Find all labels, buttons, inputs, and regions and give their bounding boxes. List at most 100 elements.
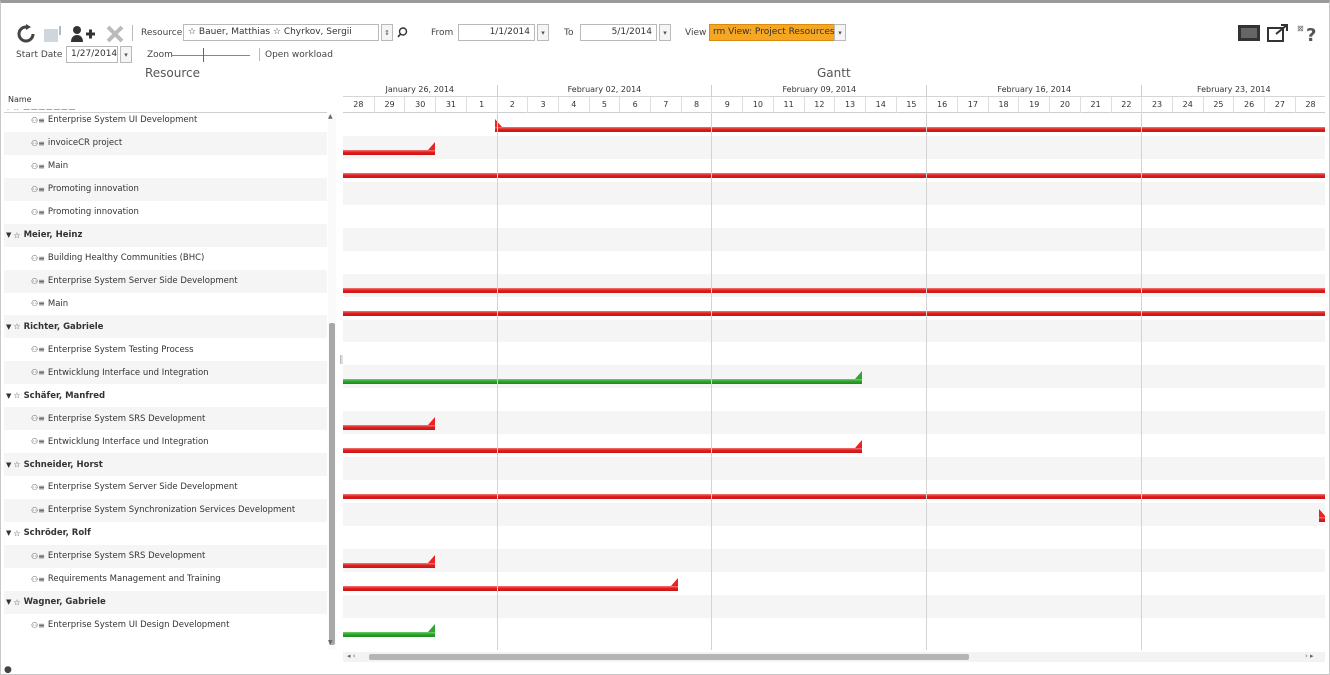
task-row[interactable]: ⚇≡ Enterprise System SRS Development [4, 544, 327, 568]
bar-end-marker [428, 555, 436, 564]
task-icon: ⚇≡ [31, 138, 45, 148]
day-header: 18 [987, 97, 1019, 113]
external-link-icon[interactable] [1266, 23, 1290, 43]
task-row[interactable]: ⚇≡ Promoting innovation [4, 201, 327, 224]
task-row[interactable]: ⚇≡ Main [4, 155, 327, 178]
fullscreen-icon[interactable] [1237, 23, 1261, 43]
gantt-bar[interactable] [343, 417, 436, 431]
start-date-dropdown[interactable]: ▾ [120, 46, 132, 63]
task-icon: ⚇≡ [31, 299, 45, 309]
row-label: Enterprise System SRS Development [47, 413, 206, 424]
resource-stepper[interactable]: ⇕ [381, 24, 393, 41]
gantt-bar[interactable] [343, 555, 436, 569]
scroll-right-icon[interactable]: › ▸ [1305, 652, 1314, 660]
name-column-header[interactable]: Name [8, 95, 32, 104]
gantt-bar[interactable] [1319, 509, 1325, 523]
to-date-input[interactable]: 5/1/2014 [580, 24, 657, 41]
view-select[interactable]: rm View: Project Resources [709, 24, 839, 41]
to-date-dropdown[interactable]: ▾ [659, 24, 671, 41]
gantt-row [343, 135, 1325, 159]
resource-group-row[interactable]: ▼ ☆ Schröder, Rolf [4, 522, 327, 545]
task-row[interactable]: ⚇≡ Requirements Management and Training [4, 568, 327, 591]
resource-group-row[interactable]: ▼ ☆ Meier, Heinz [4, 223, 327, 247]
gantt-bar[interactable] [343, 371, 862, 385]
gantt-bar[interactable] [494, 119, 1325, 132]
task-row[interactable]: ⚇≡ Entwicklung Interface und Integration [4, 361, 327, 385]
day-header: 1 [465, 97, 497, 113]
gantt-row [343, 181, 1325, 205]
view-dropdown[interactable]: ▾ [834, 24, 846, 41]
gantt-bar[interactable] [343, 623, 436, 637]
gantt-bar[interactable] [343, 578, 678, 591]
gantt-bar[interactable] [343, 141, 436, 155]
resource-scroll-thumb[interactable] [329, 323, 335, 645]
task-row[interactable]: ⚇≡ Main [4, 293, 327, 316]
task-row[interactable]: ⚇≡ Promoting innovation [4, 177, 327, 201]
task-row[interactable]: ⚇≡ Enterprise System Server Side Developm… [4, 269, 327, 293]
day-header: 5 [588, 97, 620, 113]
gantt-week-header: January 26, 2014 February 02, 2014 Februar… [343, 85, 1325, 97]
help-icon[interactable]: ⊠? [1296, 21, 1320, 43]
task-row[interactable]: ⚇≡ Enterprise System Testing Process [4, 338, 327, 361]
day-header: 24 [1171, 97, 1203, 113]
scroll-up-icon[interactable]: ▲ [328, 113, 333, 120]
search-icon[interactable] [395, 24, 409, 41]
scroll-down-icon[interactable]: ▼ [328, 639, 333, 646]
gantt-bar[interactable] [343, 494, 1325, 500]
start-date-input[interactable]: 1/27/2014 [66, 46, 118, 63]
expand-toggle-icon[interactable]: ▼ [6, 323, 11, 331]
gantt-bar[interactable] [343, 287, 1325, 293]
zoom-slider-handle[interactable] [203, 48, 204, 62]
resource-grid-scrollbar[interactable]: ▲ ▼ [328, 113, 336, 650]
expand-toggle-icon[interactable]: ▼ [6, 231, 11, 239]
open-workload-link[interactable]: Open workload [265, 50, 333, 60]
svg-text:?: ? [1306, 25, 1316, 42]
from-date-dropdown[interactable]: ▾ [537, 24, 549, 41]
resource-group-row[interactable]: ▼ ☆ Schneider, Horst [4, 453, 327, 476]
task-row[interactable]: ⚇≡ invoiceCR project [4, 131, 327, 155]
resource-group-row[interactable]: ▼ ☆ Schäfer, Manfred [4, 384, 327, 407]
week-divider [496, 113, 498, 650]
gantt-bar[interactable] [343, 172, 1325, 178]
day-header: 27 [1264, 97, 1295, 113]
save-icon[interactable] [41, 23, 63, 45]
expand-toggle-icon[interactable]: ▼ [6, 392, 11, 400]
task-icon: ⚇≡ [31, 276, 45, 286]
expand-toggle-icon[interactable]: ▼ [6, 529, 11, 537]
resource-icon: ☆ [13, 391, 21, 401]
delete-icon[interactable] [104, 23, 126, 45]
info-icon: ● [4, 665, 12, 675]
gantt-horizontal-scrollbar[interactable]: ◂ ‹ › ▸ [343, 652, 1325, 662]
row-label: Schneider, Horst [23, 459, 103, 470]
gantt-row [343, 319, 1325, 343]
add-resource-icon[interactable] [70, 23, 96, 45]
expand-toggle-icon[interactable]: ▼ [6, 598, 11, 606]
task-icon: ⚇≡ [31, 161, 45, 171]
resource-group-row[interactable]: ▼ ☆ Wagner, Gabriele [4, 590, 327, 614]
task-icon: ⚇≡ [31, 345, 45, 355]
task-icon: ⚇≡ [31, 253, 45, 263]
task-row[interactable]: ⚇≡ Entwicklung Interface und Integration [4, 430, 327, 453]
task-row[interactable]: ⚇≡ Building Healthy Communities (BHC) [4, 247, 327, 270]
gantt-bar[interactable] [343, 310, 1325, 316]
scroll-left-icon[interactable]: ◂ ‹ [347, 652, 356, 660]
task-row[interactable]: ⚇≡ Enterprise System UI Development [4, 109, 327, 132]
row-label: Entwicklung Interface und Integration [47, 436, 209, 447]
resource-group-row[interactable]: ▼ ☆ Richter, Gabriele [4, 315, 327, 339]
expand-toggle-icon[interactable]: ▼ [6, 461, 11, 469]
resource-icon: ☆ [13, 597, 21, 607]
gantt-scroll-thumb[interactable] [369, 654, 969, 660]
gantt-bar[interactable] [343, 440, 862, 454]
day-header: 28 [353, 100, 364, 109]
task-row[interactable]: ⚇≡ Enterprise System UI Design Developmen… [4, 614, 327, 637]
resource-picker[interactable]: ☆ Bauer, Matthias ☆ Chyrkov, Sergii [183, 24, 379, 41]
task-row[interactable]: ⚇≡ Enterprise System SRS Development [4, 407, 327, 431]
zoom-slider[interactable] [172, 55, 250, 56]
from-date-input[interactable]: 1/1/2014 [458, 24, 535, 41]
task-row[interactable]: ⚇≡ Enterprise System Synchronization Serv… [4, 498, 327, 522]
task-row[interactable]: ⚇≡ Enterprise System Server Side Developm… [4, 476, 327, 499]
refresh-icon[interactable] [15, 23, 37, 45]
gantt-row [343, 113, 1325, 136]
week-header: February 09, 2014 [711, 85, 926, 97]
day-header: 10 [742, 97, 773, 113]
